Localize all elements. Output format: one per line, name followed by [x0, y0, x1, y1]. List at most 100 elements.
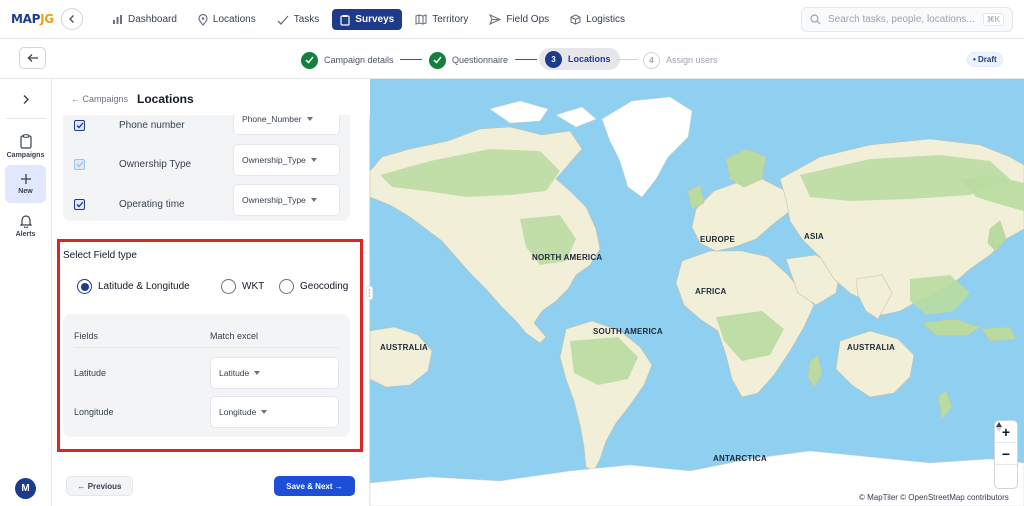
checkbox[interactable]	[74, 199, 85, 210]
step-locations[interactable]: 3 Locations	[539, 48, 620, 70]
map-label: AUSTRALIA	[380, 343, 429, 352]
save-next-button[interactable]: Save & Next →	[274, 476, 355, 496]
previous-button[interactable]: ← Previous	[66, 476, 133, 496]
check-circle-icon	[301, 51, 318, 69]
nav-surveys[interactable]: Surveys	[332, 9, 403, 30]
arctic-islands	[489, 100, 597, 128]
step-connector	[400, 59, 422, 60]
clipboard-icon	[19, 133, 32, 149]
left-rail: Campaigns New Alerts M	[0, 79, 52, 506]
pin-icon	[198, 13, 208, 26]
step-questionnaire[interactable]: Questionnaire	[429, 49, 508, 71]
map-icon	[415, 14, 427, 25]
plus-icon	[20, 174, 31, 184]
main-nav: Dashboard Locations Tasks Surveys Territ…	[104, 9, 638, 30]
field-type-highlight-box	[57, 239, 363, 452]
step-label: Questionnaire	[452, 55, 509, 65]
divider	[6, 118, 46, 119]
search-input[interactable]: Search tasks, people, locations...	[828, 14, 983, 25]
back-button[interactable]	[61, 8, 83, 30]
bell-icon	[19, 215, 32, 228]
mapping-label: Ownership Type	[119, 159, 192, 170]
send-icon	[489, 14, 502, 25]
global-search[interactable]: Search tasks, people, locations... ⌘K	[801, 7, 1013, 32]
rail-label: New	[18, 188, 33, 195]
step-connector	[616, 59, 638, 60]
nav-field-ops[interactable]: Field Ops	[481, 9, 557, 30]
grip-icon	[368, 289, 371, 297]
step-number: 4	[643, 51, 660, 69]
status-badge: • Draft	[967, 52, 1003, 67]
nav-label: Tasks	[293, 14, 320, 25]
world-map[interactable]: NORTH AMERICA SOUTH AMERICA EUROPE ASIA …	[370, 79, 1024, 506]
nav-tasks[interactable]: Tasks	[269, 9, 328, 30]
mapping-row: Operating time Ownership_Type	[63, 184, 350, 223]
checkbox[interactable]	[74, 159, 85, 170]
compass-icon	[996, 422, 1002, 432]
step-label: Campaign details	[324, 55, 394, 65]
stepper-bar	[0, 39, 1024, 79]
step-label: Assign users	[666, 55, 718, 65]
stepper-back-button[interactable]	[19, 47, 46, 69]
nav-label: Dashboard	[128, 14, 177, 25]
arrow-left-icon	[27, 54, 38, 62]
panel-resize-handle[interactable]	[366, 286, 373, 300]
expand-rail-button[interactable]	[15, 91, 37, 107]
mapping-row: Ownership Type Ownership_Type	[63, 144, 350, 183]
clipboard-icon	[340, 14, 350, 26]
avatar[interactable]: M	[15, 478, 36, 499]
select-value: Ownership_Type	[242, 155, 306, 165]
select-value: Ownership_Type	[242, 195, 306, 205]
nav-locations[interactable]: Locations	[190, 9, 264, 30]
column-select[interactable]: Ownership_Type	[233, 144, 340, 176]
southeast-asia-forest	[910, 275, 970, 315]
australia-west-landmass	[370, 326, 433, 388]
mapping-label: Operating time	[119, 199, 185, 210]
indonesia-islands	[921, 318, 1017, 342]
check-circle-icon	[429, 51, 446, 69]
search-icon	[810, 14, 821, 25]
column-mapping-card: Phone number Phone_Number Ownership Type…	[63, 103, 350, 223]
caret-down-icon	[310, 158, 317, 162]
new-zealand	[937, 390, 953, 420]
map-attribution[interactable]: © MapTiler © OpenStreetMap contributors	[857, 492, 1011, 503]
map-label: AUSTRALIA	[847, 343, 896, 352]
checkbox[interactable]	[74, 120, 85, 131]
rail-label: Campaigns	[6, 151, 45, 159]
step-connector	[515, 59, 537, 60]
map-label: ASIA	[804, 232, 824, 241]
step-number: 3	[545, 50, 562, 68]
nav-dashboard[interactable]: Dashboard	[104, 9, 185, 30]
rail-item-new[interactable]: New	[5, 165, 46, 203]
map-label: NORTH AMERICA	[532, 253, 603, 262]
panel-header: ← Campaigns Locations	[52, 79, 370, 115]
chevron-left-icon	[69, 15, 74, 23]
nav-label: Locations	[212, 14, 256, 25]
page-title: Locations	[137, 92, 194, 106]
map-label: ANTARCTICA	[713, 454, 767, 463]
step-campaign-details[interactable]: Campaign details	[301, 49, 394, 71]
australia-east-landmass	[835, 330, 915, 398]
step-label: Locations	[568, 54, 611, 64]
chevron-right-icon	[23, 94, 29, 104]
nav-territory[interactable]: Territory	[407, 9, 476, 30]
rail-label: Alerts	[15, 231, 36, 238]
map-label: EUROPE	[700, 235, 735, 244]
breadcrumb[interactable]: ← Campaigns	[71, 94, 128, 104]
rail-item-alerts[interactable]: Alerts	[5, 207, 46, 245]
compass-button[interactable]	[995, 422, 1017, 487]
search-shortcut: ⌘K	[982, 13, 1004, 26]
nav-logistics[interactable]: Logistics	[562, 9, 633, 30]
nav-label: Field Ops	[506, 14, 550, 25]
nav-label: Territory	[432, 14, 469, 25]
mapping-label: Phone number	[119, 120, 185, 131]
zoom-out-button[interactable]: −	[995, 443, 1017, 465]
rail-item-campaigns[interactable]: Campaigns	[5, 127, 46, 165]
app-logo[interactable]: MAPJG	[11, 12, 54, 26]
greenland-landmass	[601, 96, 693, 198]
top-navigation-bar: MAPJG Dashboard Locations Tasks Surveys …	[0, 0, 1024, 39]
step-assign-users[interactable]: 4 Assign users	[643, 49, 718, 71]
nav-label: Surveys	[355, 14, 395, 25]
zoom-controls: + −	[995, 421, 1017, 488]
column-select[interactable]: Ownership_Type	[233, 184, 340, 216]
